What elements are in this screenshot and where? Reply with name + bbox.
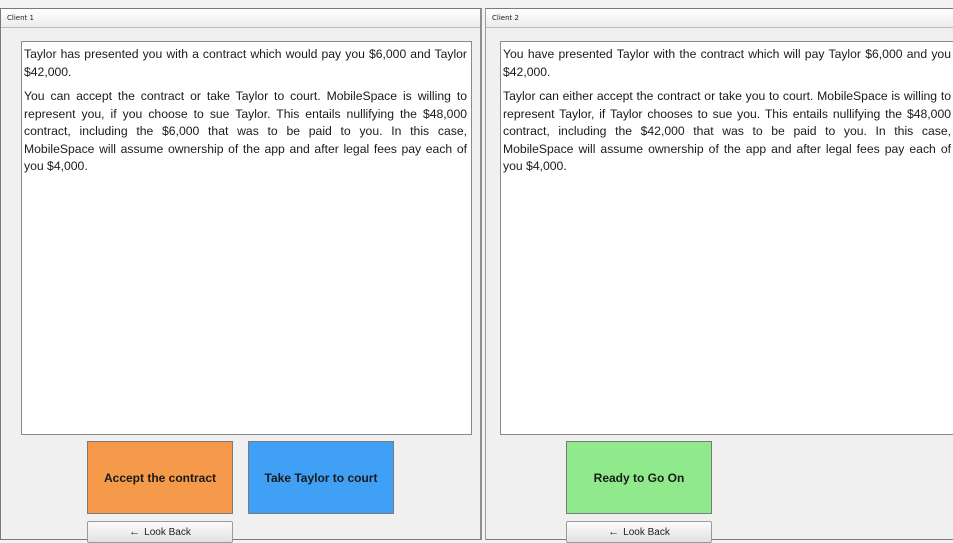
ready-to-go-on-button[interactable]: Ready to Go On <box>566 441 712 514</box>
client2-paragraph-2: Taylor can either accept the contract or… <box>503 89 951 173</box>
client1-window: Client 1 Taylor has presented you with a… <box>0 8 482 543</box>
client2-paragraph-1: You have presented Taylor with the contr… <box>503 47 951 79</box>
client2-title: Client 2 <box>486 9 953 28</box>
client1-message-box: Taylor has presented you with a contract… <box>21 41 472 435</box>
left-arrow-icon: ← <box>608 526 620 538</box>
client1-paragraph-1: Taylor has presented you with a contract… <box>24 47 467 79</box>
left-arrow-icon: ← <box>129 526 141 538</box>
take-taylor-to-court-button[interactable]: Take Taylor to court <box>248 441 394 514</box>
client2-look-back-button[interactable]: ← Look Back <box>566 521 712 543</box>
client1-paragraph-2: You can accept the contract or take Tayl… <box>24 89 467 173</box>
accept-contract-button[interactable]: Accept the contract <box>87 441 233 514</box>
client1-look-back-button[interactable]: ← Look Back <box>87 521 233 543</box>
client2-window: Client 2 You have presented Taylor with … <box>485 8 953 543</box>
client2-message-box: You have presented Taylor with the contr… <box>500 41 953 435</box>
client1-title: Client 1 <box>1 9 480 28</box>
